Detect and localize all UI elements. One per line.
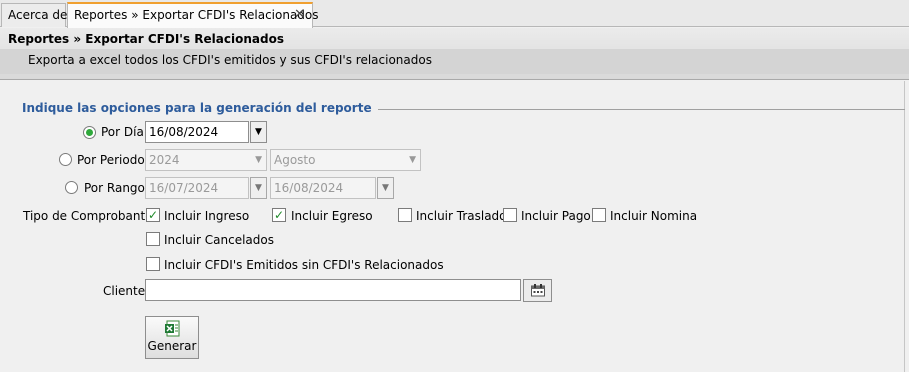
generar-button[interactable]: Generar — [145, 316, 199, 359]
rango-to-dropdown-arrow-icon[interactable]: ▼ — [377, 177, 394, 199]
options-legend: Indique las opciones para la generación … — [22, 101, 378, 115]
radio-por-periodo[interactable] — [59, 153, 72, 166]
periodo-month-value: Agosto — [274, 153, 316, 167]
page-subtitle: Exporta a excel todos los CFDI's emitido… — [0, 49, 909, 74]
incluir-traslado-label: Incluir Traslado — [416, 209, 507, 223]
por-dia-dropdown-arrow-icon[interactable]: ▼ — [250, 121, 267, 143]
cliente-input[interactable] — [145, 279, 521, 301]
tab-acerca-de[interactable]: Acerca de — [1, 3, 68, 27]
periodo-year-select[interactable]: 2024 ▼ — [145, 149, 267, 171]
incluir-ingreso-label: Incluir Ingreso — [164, 209, 250, 223]
cliente-search-button[interactable] — [523, 279, 552, 302]
por-periodo-label: Por Periodo — [77, 153, 145, 167]
check-incluir-cancelados[interactable] — [146, 232, 160, 246]
excel-export-icon — [164, 320, 179, 337]
check-incluir-nomina[interactable] — [592, 208, 606, 222]
dropdown-arrow-icon: ▼ — [409, 155, 416, 165]
por-dia-date-field[interactable]: 16/08/2024 — [145, 121, 249, 143]
tipo-comprobante-label: Tipo de Comprobante — [23, 209, 153, 223]
periodo-month-select[interactable]: Agosto ▼ — [270, 149, 421, 171]
por-rango-label: Por Rango — [84, 181, 145, 195]
tab-bar: Acerca de Reportes » Exportar CFDI's Rel… — [0, 0, 909, 28]
rango-to-date-field[interactable]: 16/08/2024 — [270, 177, 376, 199]
rango-from-dropdown-arrow-icon[interactable]: ▼ — [250, 177, 267, 199]
tab-label: Reportes » Exportar CFDI's Relacionados — [74, 8, 319, 22]
rango-from-date-field[interactable]: 16/07/2024 — [145, 177, 249, 199]
page-header: Reportes » Exportar CFDI's Relacionados … — [0, 28, 909, 80]
radio-por-rango[interactable] — [65, 181, 78, 194]
tab-exportar-cfdi[interactable]: Reportes » Exportar CFDI's Relacionados … — [67, 2, 319, 28]
radio-por-dia[interactable] — [83, 126, 96, 139]
cliente-label: Cliente — [103, 284, 146, 298]
periodo-year-value: 2024 — [149, 153, 180, 167]
incluir-cancelados-label: Incluir Cancelados — [164, 233, 274, 247]
generar-label: Generar — [147, 339, 197, 353]
close-icon[interactable]: ✕ — [294, 4, 305, 26]
incluir-pago-label: Incluir Pago — [521, 209, 591, 223]
incluir-nomina-label: Incluir Nomina — [610, 209, 698, 223]
tab-label: Acerca de — [8, 8, 68, 22]
check-incluir-pago[interactable] — [503, 208, 517, 222]
dropdown-arrow-icon: ▼ — [255, 155, 262, 165]
report-options-panel: Indique las opciones para la generación … — [0, 81, 905, 372]
check-incluir-sin-relacionados[interactable] — [146, 257, 160, 271]
incluir-egreso-label: Incluir Egreso — [291, 209, 373, 223]
legend-divider — [316, 109, 905, 110]
por-dia-label: Por Día — [101, 125, 144, 139]
check-incluir-ingreso[interactable]: ✓ — [146, 208, 160, 222]
check-incluir-traslado[interactable] — [398, 208, 412, 222]
check-incluir-egreso[interactable]: ✓ — [272, 208, 286, 222]
page-title: Reportes » Exportar CFDI's Relacionados — [8, 32, 284, 46]
incluir-sin-relacionados-label: Incluir CFDI's Emitidos sin CFDI's Relac… — [164, 258, 444, 272]
calendar-binoculars-icon — [530, 284, 545, 297]
